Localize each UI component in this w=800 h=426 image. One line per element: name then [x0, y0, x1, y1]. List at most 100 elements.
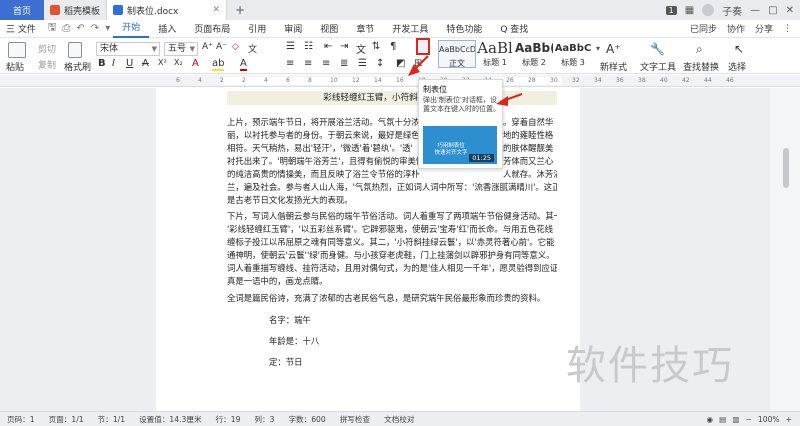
distributed-icon[interactable]: ☰ [358, 58, 367, 69]
status-position[interactable]: 设置值：14.3厘米 [132, 414, 208, 425]
home-tab[interactable]: 首页 [0, 0, 44, 20]
share-button[interactable]: 分享 [755, 22, 773, 35]
clear-format-icon[interactable]: ◇ [232, 42, 239, 52]
superscript-icon[interactable]: X² [158, 58, 167, 67]
menu-special[interactable]: 特色功能 [437, 22, 491, 35]
strikethrough-icon[interactable]: A [142, 58, 149, 69]
new-style-button[interactable]: 新样式 [600, 60, 627, 73]
chinese-layout-icon[interactable]: 文 [356, 41, 366, 56]
status-line[interactable]: 行：19 [209, 414, 248, 425]
sync-status[interactable]: 已同步 [690, 22, 717, 35]
info-type[interactable]: 定：节日 [269, 356, 303, 368]
print-icon[interactable]: ⎙ [59, 23, 73, 34]
search-icon[interactable]: ⌕ [696, 42, 703, 57]
bold-button[interactable]: B [98, 58, 106, 69]
file-menu[interactable]: 三 文件 [0, 22, 45, 35]
menu-insert[interactable]: 插入 [149, 22, 185, 35]
status-proofread[interactable]: 文档校对 [377, 414, 421, 425]
align-left-icon[interactable]: ≡ [286, 58, 294, 69]
save-icon[interactable]: 🖫 [45, 20, 60, 37]
show-marks-icon[interactable]: ¶ [390, 41, 396, 52]
line-spacing-icon[interactable]: ↕ [376, 58, 384, 69]
page-view-icon[interactable]: ▤ [719, 415, 726, 424]
numbering-icon[interactable]: ☷ [304, 41, 313, 52]
menu-page-layout[interactable]: 页面布局 [185, 22, 239, 35]
document-line[interactable]: 真是一语中的，画龙点睛。 [227, 275, 557, 287]
wrench-icon[interactable]: 🔧 [650, 42, 665, 56]
tab-document[interactable]: 制表位.docx ✕ [107, 0, 228, 20]
document-line[interactable]: 缠标子投江以吊屈原之魂有同等意义。其二，'小符斜挂绿云鬟'，以'赤灵符著心前'。… [227, 236, 557, 248]
cut-button[interactable]: 剪切 [38, 42, 56, 55]
styles-more-icon[interactable]: ▾ [596, 44, 600, 53]
new-style-icon[interactable]: A⁺ [606, 42, 621, 56]
status-section[interactable]: 节：1/1 [91, 414, 132, 425]
tab-docer-template[interactable]: 稻壳模板 [44, 0, 108, 20]
eye-icon[interactable]: ◉ [707, 415, 714, 424]
justify-icon[interactable]: ≣ [340, 58, 348, 69]
document-line[interactable]: 下片，写词人偕朝云参与民俗的端午节俗活动。词人着重写了两项端午节俗健身活动。其一… [227, 210, 557, 222]
tooltip-video[interactable]: 巧用制表位 快速对齐文字 01:25 [423, 126, 497, 164]
zoom-out-icon[interactable]: − [746, 415, 752, 424]
close-tab-icon[interactable]: ✕ [212, 5, 220, 15]
select-button[interactable]: 选择 [728, 60, 746, 73]
find-replace-button[interactable]: 查找替换 [683, 60, 719, 73]
subscript-icon[interactable]: X₂ [174, 58, 183, 67]
document-line-tail[interactable]: 芳体而又兰心 [503, 155, 557, 167]
avatar[interactable] [702, 4, 715, 16]
status-spell-check[interactable]: 拼写检查 [333, 414, 377, 425]
document-line-tail[interactable]: 地的雍睦性格 [503, 129, 557, 141]
text-effect-icon[interactable]: A [192, 58, 199, 69]
menu-view[interactable]: 视图 [311, 22, 347, 35]
italic-button[interactable]: I [112, 58, 115, 69]
phonetic-icon[interactable]: 文 [248, 42, 257, 55]
grow-font-icon[interactable]: A⁺ [202, 42, 213, 52]
user-name[interactable]: 子奏 [722, 3, 742, 18]
bullets-icon[interactable]: ☰ [286, 41, 295, 52]
shrink-font-icon[interactable]: A⁻ [216, 42, 227, 52]
font-size-select[interactable]: 五号 ▼ [164, 42, 198, 56]
new-tab-button[interactable]: + [227, 0, 253, 20]
cursor-icon[interactable]: ↖ [734, 42, 744, 56]
web-view-icon[interactable]: ▥ [732, 415, 739, 424]
increase-indent-icon[interactable]: ⇥ [340, 41, 348, 52]
font-name-select[interactable]: 宋体 ▼ [96, 42, 160, 56]
close-window-icon[interactable]: ✕ [786, 5, 794, 16]
format-painter-icon[interactable] [68, 42, 82, 58]
status-page-number[interactable]: 页码：1 [0, 414, 42, 425]
menu-references[interactable]: 引用 [239, 22, 275, 35]
minimize-icon[interactable]: — [750, 5, 760, 16]
menu-developer[interactable]: 开发工具 [383, 22, 437, 35]
zoom-level[interactable]: 100% [758, 415, 780, 424]
notification-badge[interactable]: 1 [665, 5, 677, 15]
sort-icon[interactable]: ⇅ [372, 41, 380, 52]
document-line-tail[interactable]: 人就存。沐芳浴 [503, 168, 557, 180]
redo-icon[interactable]: ↷ [88, 23, 102, 34]
style-heading-3[interactable]: AaBbC 标题 3 [554, 40, 592, 68]
document-line[interactable]: 是古老节日文化发扬光大的表现。 [227, 194, 557, 206]
zoom-in-icon[interactable]: + [786, 415, 792, 424]
status-word-count[interactable]: 字数：600 [281, 414, 332, 425]
text-tools-button[interactable]: 文字工具 [640, 60, 676, 73]
vertical-scrollbar[interactable] [770, 88, 800, 411]
collaborate-button[interactable]: 协作 [727, 22, 745, 35]
underline-button[interactable]: U [126, 58, 133, 69]
document-line[interactable]: '彩线轻缠红玉臂'，'以五彩丝系臂'。它辟邪驱鬼，使朝云'宝寿'红'而长命。与用… [227, 223, 557, 235]
undo-icon[interactable]: ↶ [73, 23, 87, 34]
menu-home[interactable]: 开始 [113, 20, 150, 38]
more-icon[interactable]: ⋮ [783, 24, 792, 34]
status-pages[interactable]: 页面：1/1 [42, 414, 91, 425]
copy-button[interactable]: 复制 [38, 58, 56, 71]
document-line[interactable]: 兰，遍及社会。参与者人山人海，'气氛热烈，正如词人词中所写：'流香涨腻满晴川'。… [227, 181, 557, 193]
paste-button[interactable]: 粘贴 [6, 60, 24, 73]
highlight-color-icon[interactable]: ab [212, 58, 225, 71]
info-name[interactable]: 名字：端午 [269, 314, 311, 326]
format-painter-button[interactable]: 格式刷 [64, 60, 91, 73]
scrollbar-thumb[interactable] [783, 148, 789, 188]
font-color-button[interactable]: A [240, 58, 247, 71]
align-right-icon[interactable]: ≡ [322, 58, 330, 69]
document-line[interactable]: 词人着重描写缠线、挂符活动，且用对偶句式，为的是'佳人相见一千年'，愿灵验得到应… [227, 262, 557, 274]
quick-access-dropdown-icon[interactable]: ▾ [102, 23, 113, 34]
info-age[interactable]: 年龄是：十八 [269, 335, 319, 347]
menu-section[interactable]: 章节 [347, 22, 383, 35]
grid-icon[interactable]: ▦ [685, 5, 694, 16]
